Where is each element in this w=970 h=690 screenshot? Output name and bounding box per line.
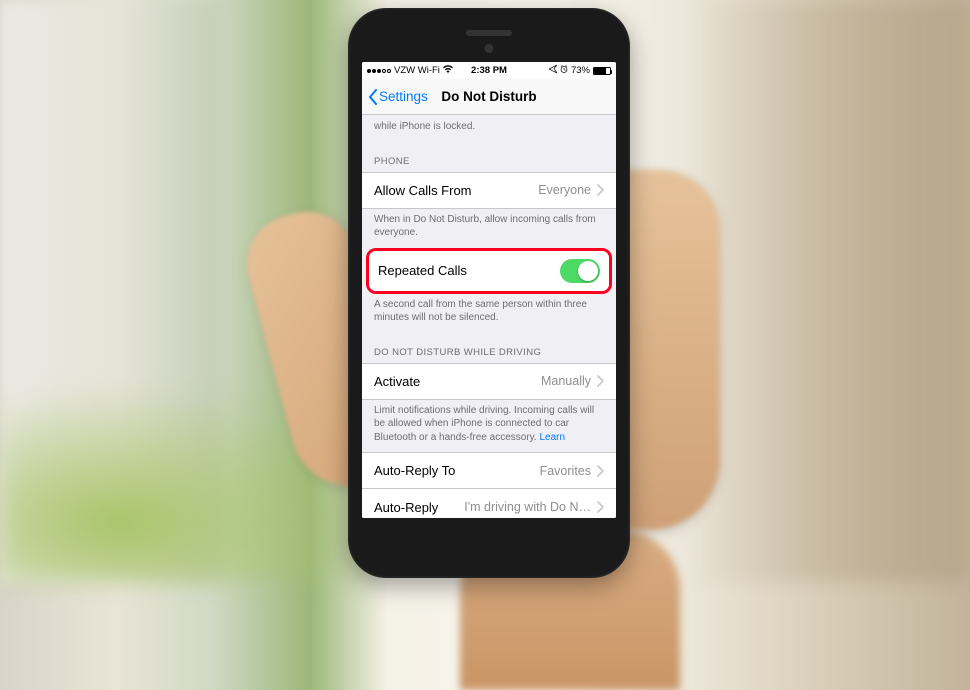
screen: VZW Wi-Fi 2:38 PM 73% — [362, 62, 616, 518]
wifi-icon — [443, 65, 453, 76]
settings-list[interactable]: while iPhone is locked. Phone Allow Call… — [362, 115, 616, 518]
carrier-label: VZW Wi-Fi — [394, 65, 440, 76]
auto-reply-value: I'm driving with Do N… — [464, 500, 591, 514]
chevron-right-icon — [597, 184, 604, 196]
allow-calls-note: When in Do Not Disturb, allow incoming c… — [362, 209, 616, 248]
activate-label: Activate — [374, 374, 541, 389]
auto-reply-to-value: Favorites — [540, 464, 591, 478]
repeated-calls-toggle[interactable] — [560, 259, 600, 283]
background-green — [0, 382, 400, 582]
back-label: Settings — [379, 89, 428, 104]
section-header-driving: Do Not Disturb While Driving — [362, 333, 616, 363]
clock: 2:38 PM — [471, 65, 507, 76]
auto-reply-label: Auto-Reply — [374, 500, 464, 515]
learn-link[interactable]: Learn — [539, 432, 565, 443]
navigation-icon — [549, 65, 557, 76]
back-button[interactable]: Settings — [368, 89, 428, 105]
iphone-frame: VZW Wi-Fi 2:38 PM 73% — [348, 8, 630, 578]
alarm-icon — [560, 65, 568, 76]
auto-reply-to-label: Auto-Reply To — [374, 463, 540, 478]
allow-calls-from-value: Everyone — [538, 183, 591, 197]
repeated-calls-row[interactable]: Repeated Calls — [369, 251, 609, 291]
chevron-right-icon — [597, 501, 604, 513]
repeated-calls-note: A second call from the same person withi… — [362, 294, 616, 333]
page-title: Do Not Disturb — [441, 89, 536, 104]
repeated-calls-label: Repeated Calls — [378, 263, 560, 278]
section-header-phone: Phone — [362, 142, 616, 172]
chevron-right-icon — [597, 465, 604, 477]
top-note-remnant: while iPhone is locked. — [362, 115, 616, 142]
nav-bar: Settings Do Not Disturb — [362, 79, 616, 115]
allow-calls-from-label: Allow Calls From — [374, 183, 538, 198]
repeated-calls-highlight: Repeated Calls — [366, 248, 612, 294]
activate-row[interactable]: Activate Manually — [362, 363, 616, 400]
battery-icon — [593, 67, 611, 75]
background-right — [690, 0, 970, 582]
auto-reply-to-row[interactable]: Auto-Reply To Favorites — [362, 452, 616, 489]
status-bar: VZW Wi-Fi 2:38 PM 73% — [362, 62, 616, 79]
allow-calls-from-row[interactable]: Allow Calls From Everyone — [362, 172, 616, 209]
chevron-right-icon — [597, 375, 604, 387]
auto-reply-row[interactable]: Auto-Reply I'm driving with Do N… — [362, 489, 616, 518]
activate-note: Limit notifications while driving. Incom… — [362, 400, 616, 453]
signal-strength-icon — [367, 69, 391, 73]
battery-percent-label: 73% — [571, 65, 590, 76]
activate-value: Manually — [541, 374, 591, 388]
